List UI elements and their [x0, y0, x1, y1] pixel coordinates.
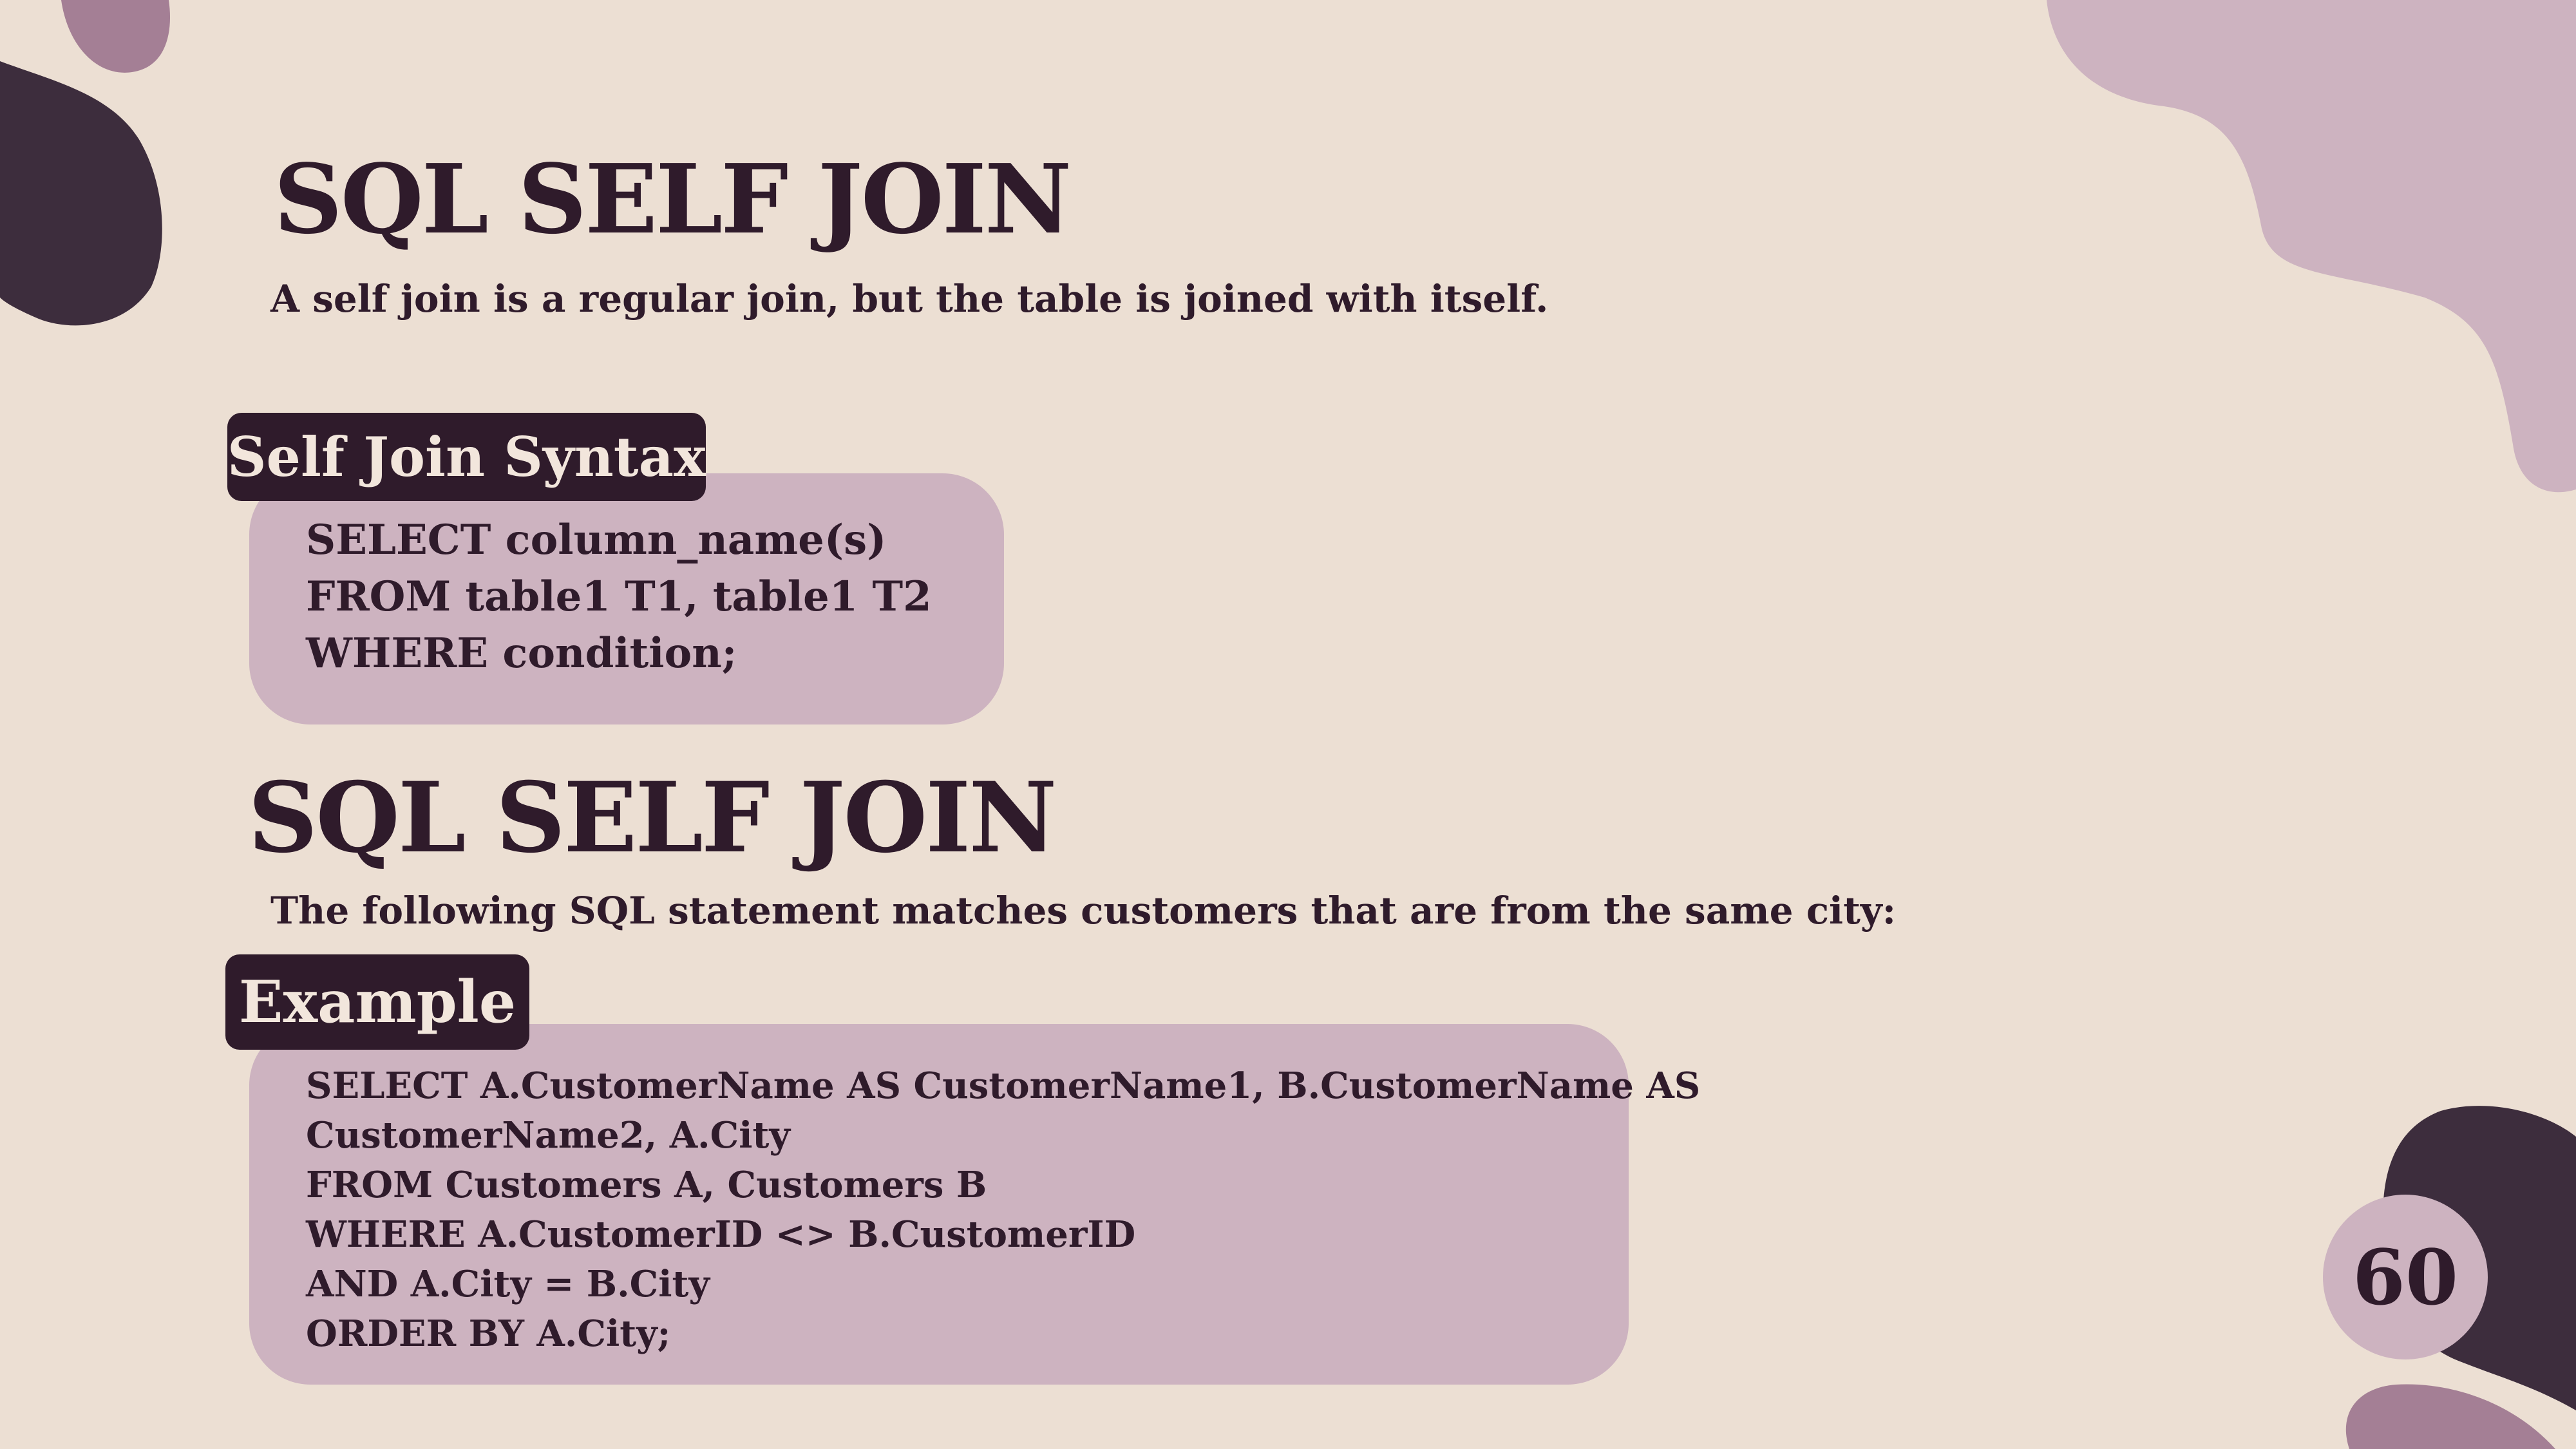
- example-line: AND A.City = B.City: [306, 1263, 710, 1305]
- self-join-description: A self join is a regular join, but the t…: [270, 277, 1549, 321]
- example-line: WHERE A.CustomerID <> B.CustomerID: [306, 1213, 1136, 1256]
- blob-top-right-mauve: [2047, 0, 2576, 493]
- syntax-line: FROM table1 T1, table1 T2: [306, 573, 932, 621]
- syntax-label: Self Join Syntax: [227, 413, 706, 501]
- example-line: FROM Customers A, Customers B: [306, 1164, 987, 1206]
- blob-top-left-mauve: [61, 0, 171, 73]
- page-title: SQL SELF JOIN: [274, 143, 1072, 255]
- blob-top-left-dark: [0, 61, 162, 326]
- example-line: CustomerName2, A.City: [306, 1114, 790, 1157]
- example-description: The following SQL statement matches cust…: [270, 889, 1896, 933]
- example-label: Example: [225, 954, 529, 1050]
- example-line: ORDER BY A.City;: [306, 1312, 671, 1355]
- section-title: SQL SELF JOIN: [248, 761, 1057, 875]
- example-code: SELECT A.CustomerName AS CustomerName1, …: [306, 1061, 1700, 1359]
- page-number-badge: 60: [2323, 1195, 2488, 1359]
- blob-bottom-right-mauve: [2345, 1384, 2555, 1449]
- example-line: SELECT A.CustomerName AS CustomerName1, …: [306, 1065, 1701, 1107]
- syntax-line: WHERE condition;: [306, 629, 737, 677]
- syntax-line: SELECT column_name(s): [306, 516, 887, 564]
- syntax-code: SELECT column_name(s) FROM table1 T1, ta…: [306, 512, 932, 682]
